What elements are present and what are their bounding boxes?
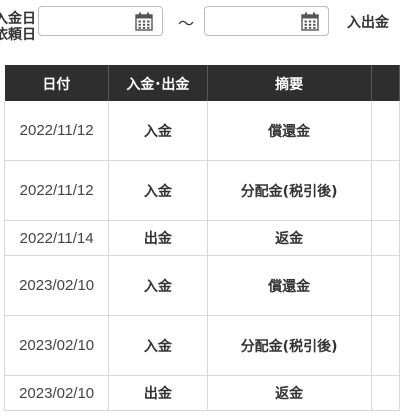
table-row: 2023/02/10 出金 返金 <box>3 375 400 411</box>
cell-type: 入金 <box>108 101 208 161</box>
cell-type: 入金 <box>108 160 208 221</box>
table-row: 2022/11/14 出金 返金 <box>3 220 400 256</box>
cell-date: 2023/02/10 <box>3 375 110 411</box>
cell-extra <box>371 255 400 316</box>
cell-summary: 償還金 <box>207 255 372 316</box>
table-row: 2023/02/10 入金 償還金 <box>3 255 400 316</box>
transaction-history-view: 入金日 依頼日 ～ 入出金 日付 入金･出金 摘要 2022/11/12 入金 … <box>0 0 400 419</box>
cell-extra <box>371 315 400 376</box>
cell-summary: 返金 <box>207 220 372 256</box>
calendar-icon[interactable] <box>301 12 319 31</box>
date-from-input[interactable] <box>38 6 163 36</box>
cell-extra <box>371 160 400 221</box>
table-row: 2022/11/12 入金 償還金 <box>3 101 400 161</box>
transaction-type-label: 入出金 <box>347 15 389 31</box>
date-to-input[interactable] <box>204 6 329 36</box>
column-header-type[interactable]: 入金･出金 <box>108 65 208 101</box>
column-header-extra <box>371 65 400 101</box>
cell-date: 2022/11/12 <box>3 160 110 221</box>
cell-extra <box>371 220 400 256</box>
transaction-table: 日付 入金･出金 摘要 2022/11/12 入金 償還金 2022/11/12… <box>3 65 400 411</box>
cell-summary: 分配金(税引後) <box>207 315 372 376</box>
column-header-summary[interactable]: 摘要 <box>207 65 372 101</box>
table-header-row: 日付 入金･出金 摘要 <box>4 65 400 101</box>
calendar-icon[interactable] <box>135 12 153 31</box>
cell-summary: 分配金(税引後) <box>207 160 372 221</box>
cell-type: 入金 <box>108 315 208 376</box>
cell-summary: 償還金 <box>207 101 372 161</box>
date-filter-label-line2: 依頼日 <box>0 27 36 43</box>
cell-type: 出金 <box>108 220 208 256</box>
cell-date: 2022/11/12 <box>3 101 110 161</box>
date-filter-label-line1: 入金日 <box>0 11 36 27</box>
cell-date: 2022/11/14 <box>3 220 110 256</box>
cell-extra <box>371 375 400 411</box>
cell-summary: 返金 <box>207 375 372 411</box>
cell-type: 入金 <box>108 255 208 316</box>
transaction-table-wrapper: 日付 入金･出金 摘要 2022/11/12 入金 償還金 2022/11/12… <box>3 65 400 411</box>
cell-type: 出金 <box>108 375 208 411</box>
cell-date: 2023/02/10 <box>3 315 110 376</box>
date-filter-label: 入金日 依頼日 <box>0 11 36 43</box>
table-row: 2022/11/12 入金 分配金(税引後) <box>3 160 400 221</box>
cell-date: 2023/02/10 <box>3 255 110 316</box>
cell-extra <box>371 101 400 161</box>
table-row: 2023/02/10 入金 分配金(税引後) <box>3 315 400 376</box>
date-range-separator: ～ <box>178 14 195 33</box>
column-header-date[interactable]: 日付 <box>4 65 110 101</box>
